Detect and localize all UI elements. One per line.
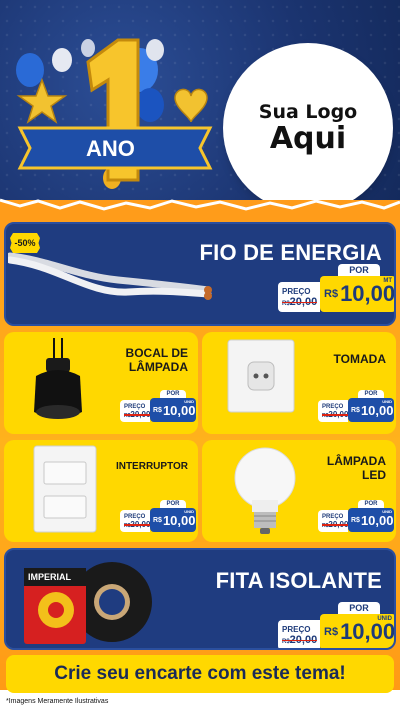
old-price: R$20,00: [282, 295, 318, 308]
product-card-tomada[interactable]: TOMADA PREÇO R$20,00 POR R$ 10,00 UNID: [202, 332, 396, 434]
price-label: PREÇO: [282, 286, 311, 296]
wire-image: [8, 252, 212, 300]
balloon-icon: [136, 88, 164, 122]
product-card-bocal[interactable]: BOCAL DELÂMPADA PREÇO R$20,00 POR R$ 10,…: [4, 332, 198, 434]
unit: MT: [383, 278, 392, 284]
new-price-box: POR R$ 10,00 UNID: [150, 500, 196, 532]
price-tag: PREÇO R$20,00 POR R$ 10,00 UNID: [318, 500, 394, 532]
balloon-icon: [52, 48, 72, 72]
old-price-box: PREÇO R$20,00: [278, 282, 320, 312]
outlet-image: [227, 339, 295, 413]
new-price-box: POR R$ 10,00 MT: [320, 264, 396, 312]
led-bulb-image: [234, 447, 296, 534]
price-tag: PREÇO R$20,00 POR R$ 10,00 UNID: [120, 390, 196, 422]
star-icon: [16, 77, 68, 124]
header-banner: ANO Sua Logo Aqui: [0, 0, 400, 212]
product-title: FIO DE ENERGIA: [199, 240, 382, 265]
product-title: INTERRUPTOR: [115, 461, 188, 472]
product-card-interruptor[interactable]: INTERRUPTOR PREÇO R$20,00 POR R$ 10,00 U…: [4, 440, 198, 542]
switch-image: [33, 445, 97, 533]
product-card-fita-isolante[interactable]: IMPERIAL FITA ISOLANTE PREÇO R$20,00 POR…: [4, 548, 396, 650]
balloon-icon: [146, 39, 164, 61]
product-title: FITA ISOLANTE: [215, 568, 382, 593]
balloon-icon: [16, 53, 44, 87]
price-tag: PREÇO R$20,00 POR R$ 10,00 UNID: [120, 500, 196, 532]
new-price-box: POR R$ 10,00 UNID: [348, 390, 394, 422]
heart-balloon-icon: [174, 88, 208, 123]
product-title: BOCAL DE LÂMPADA: [125, 346, 188, 374]
por-label: POR: [338, 264, 380, 276]
balloon-icon: [81, 39, 95, 57]
product-title: TOMADA: [333, 352, 386, 366]
logo-placeholder: Sua Logo Aqui: [226, 46, 390, 210]
tape-brand: IMPERIAL: [28, 572, 72, 582]
price-tag: PREÇO R$20,00 POR R$ 10,00 MT: [278, 264, 396, 312]
discount-badge: -50%: [10, 233, 40, 253]
anniversary-label: ANO: [86, 136, 135, 161]
anniversary-graphic: [16, 38, 213, 189]
old-price-box: PREÇO R$20,00: [318, 400, 349, 422]
new-price: 10,00: [340, 281, 396, 306]
cta-banner[interactable]: Crie seu encarte com este tema!: [6, 655, 394, 693]
price-tag: PREÇO R$20,00 POR R$ 10,00 UNID: [278, 602, 394, 648]
new-price-box: POR R$ 10,00 UNID: [320, 602, 394, 648]
disclaimer-text: *Imagens Meramente Ilustrativas: [6, 698, 109, 705]
electrical-tape-image: [24, 562, 152, 644]
torn-paper-edge: [0, 198, 400, 220]
old-price-box: PREÇO R$20,00: [318, 510, 349, 532]
product-card-lampada-led[interactable]: LÂMPADALED PREÇO R$20,00 POR R$ 10,00 UN…: [202, 440, 396, 542]
new-price-box: POR R$ 10,00 UNID: [150, 390, 196, 422]
price-tag: PREÇO R$20,00 POR R$ 10,00 UNID: [318, 390, 394, 422]
logo-text-line2: Aqui: [269, 120, 347, 156]
product-card-fio-de-energia[interactable]: FIO DE ENERGIA PREÇO R$20,00 POR R$ 10,0…: [4, 222, 396, 326]
product-title: LÂMPADA LED: [326, 454, 386, 482]
logo-text-line1: Sua Logo: [258, 100, 358, 123]
old-price-box: PREÇO R$20,00: [120, 400, 151, 422]
new-price-box: POR R$ 10,00 UNID: [348, 500, 394, 532]
old-price-box: PREÇO R$20,00: [278, 620, 320, 648]
bulb-socket-image: [34, 338, 82, 419]
old-price-box: PREÇO R$20,00: [120, 510, 151, 532]
currency: R$: [324, 288, 339, 300]
